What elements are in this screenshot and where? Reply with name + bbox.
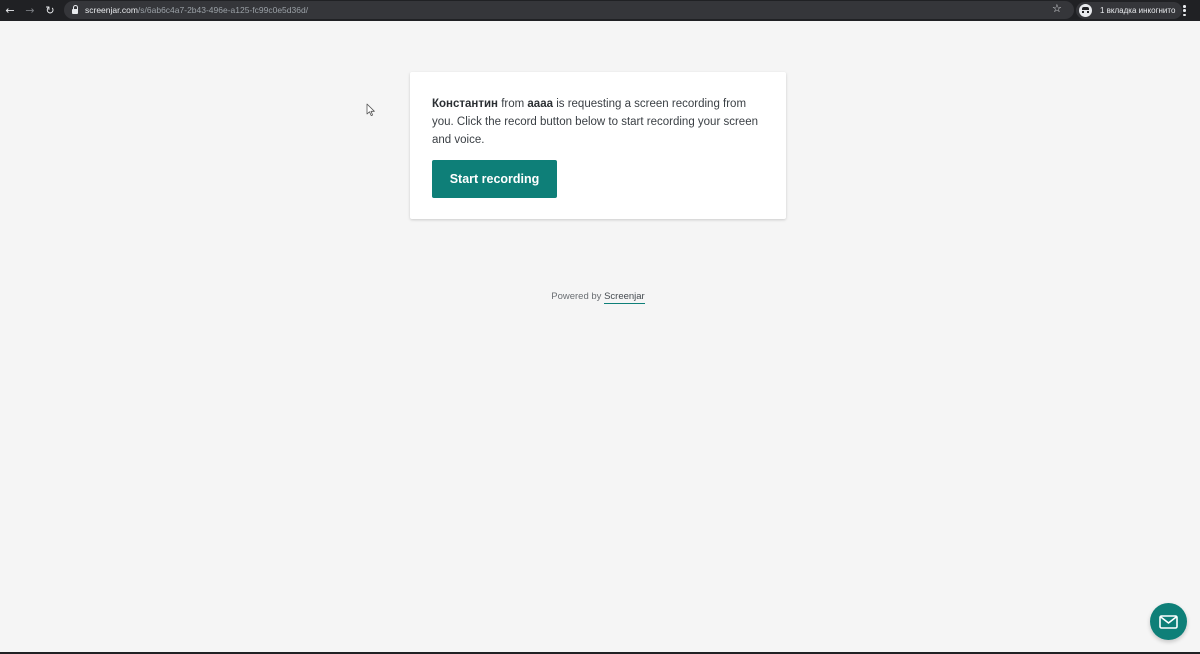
arrow-right-icon[interactable]: → — [20, 0, 40, 21]
mouse-cursor-icon — [366, 103, 375, 116]
recording-request-card: Константин from aaaa is requesting a scr… — [410, 72, 786, 219]
request-message: Константин from aaaa is requesting a scr… — [432, 98, 758, 146]
browser-toolbar: ← → ↻ screenjar.com/s/6ab6c4a7-2b43-496e… — [0, 0, 1200, 21]
incognito-indicator[interactable]: 1 вкладка инкогнито — [1076, 2, 1183, 19]
requester-name: Константин — [432, 98, 499, 110]
chat-button[interactable] — [1150, 603, 1187, 640]
url-text: screenjar.com/s/6ab6c4a7-2b43-496e-a125-… — [85, 5, 309, 15]
incognito-icon — [1079, 4, 1092, 17]
star-icon[interactable]: ☆ — [1052, 2, 1062, 15]
company-name: aaaa — [527, 98, 553, 110]
incognito-label: 1 вкладка инкогнито — [1100, 6, 1176, 15]
arrow-left-icon[interactable]: ← — [0, 0, 20, 21]
lock-icon — [72, 5, 78, 14]
kebab-menu-icon[interactable] — [1183, 5, 1186, 16]
mail-icon — [1159, 614, 1178, 629]
start-recording-button[interactable]: Start recording — [432, 160, 557, 198]
reload-icon[interactable]: ↻ — [40, 0, 60, 21]
powered-by-footer: Powered by Screenjar — [551, 291, 645, 304]
address-bar[interactable]: screenjar.com/s/6ab6c4a7-2b43-496e-a125-… — [64, 1, 1074, 19]
screenjar-link[interactable]: Screenjar — [604, 291, 645, 304]
